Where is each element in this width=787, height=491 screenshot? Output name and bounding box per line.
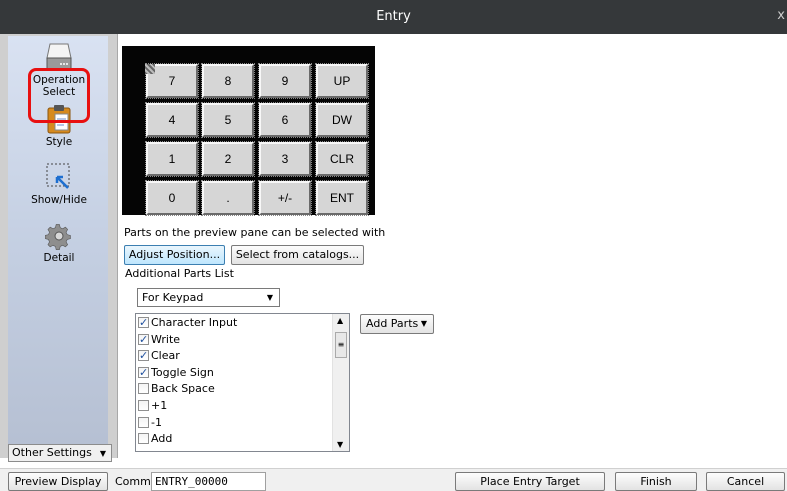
keypad-key[interactable]: 0 — [145, 180, 199, 216]
keypad-key-label: 5 — [224, 113, 232, 127]
parts-category-value: For Keypad — [142, 291, 204, 304]
sidebar-item-label: Show/Hide — [31, 194, 87, 206]
sidebar-item-label: Style — [45, 136, 73, 148]
checkbox[interactable] — [138, 399, 149, 411]
cancel-button[interactable]: Cancel — [706, 472, 785, 491]
keypad-preview[interactable]: 7 8 9 UP 4 5 6 DW 1 2 3 CLR 0. +/- ENT — [122, 46, 375, 216]
close-icon[interactable]: x — [777, 8, 785, 23]
add-parts-label: Add Parts — [366, 317, 419, 330]
keypad-key[interactable]: +/- — [258, 180, 312, 216]
scroll-down-icon[interactable]: ▼ — [337, 440, 343, 449]
list-item[interactable]: Write — [136, 332, 349, 348]
list-item-label: Add — [151, 432, 173, 446]
sidebar-item-detail[interactable]: Detail — [0, 222, 118, 264]
keypad-key-label: 1 — [168, 152, 176, 166]
keypad-key-label: 9 — [281, 74, 289, 88]
keypad-key-label: 8 — [224, 74, 232, 88]
parts-list[interactable]: Character Input Write Clear Toggle Sign Back… — [135, 313, 350, 452]
keypad-key[interactable]: 8 — [201, 63, 255, 99]
comm-label: Comm — [115, 475, 151, 488]
sidebar-item-label: Detail — [43, 252, 75, 264]
place-entry-target-button[interactable]: Place Entry Target — [455, 472, 605, 491]
keypad-key[interactable]: 9 — [258, 63, 312, 99]
checkbox[interactable] — [138, 416, 149, 428]
window-title: Entry — [376, 9, 411, 24]
keypad-key[interactable]: 5 — [201, 102, 255, 138]
list-item-label: -1 — [151, 415, 162, 429]
list-item[interactable]: Toggle Sign — [136, 365, 349, 381]
keypad-key-label: CLR — [329, 152, 354, 166]
list-item-label: Toggle Sign — [151, 365, 214, 379]
gear-icon — [45, 224, 71, 250]
select-from-catalogs-button[interactable]: Select from catalogs... — [231, 245, 364, 265]
title-bar: Entry x — [0, 0, 787, 34]
list-item[interactable]: Add — [136, 431, 349, 448]
parts-list-scrollbar[interactable]: ▲ ≡ ▼ — [332, 314, 349, 451]
finish-button[interactable]: Finish — [615, 472, 697, 491]
keypad-key-label: . — [226, 191, 230, 205]
info-text: Parts on the preview pane can be selecte… — [124, 226, 386, 239]
keypad-key[interactable]: 6 — [258, 102, 312, 138]
keypad-key-label: 3 — [281, 152, 289, 166]
additional-parts-label: Additional Parts List — [125, 267, 234, 280]
keypad-key-label: 6 — [281, 113, 289, 127]
keypad-key[interactable]: 3 — [258, 141, 312, 177]
parts-category-select[interactable]: For Keypad ▼ — [137, 288, 280, 307]
keypad-key-label: DW — [332, 113, 352, 127]
comm-input[interactable]: ENTRY_00000 — [151, 472, 266, 491]
keypad-key-label: 2 — [224, 152, 232, 166]
keypad-key-label: UP — [333, 74, 351, 88]
checkbox[interactable] — [138, 433, 149, 445]
keypad-key[interactable]: DW — [315, 102, 369, 138]
keypad-key-label: 0 — [168, 191, 176, 205]
keypad-key[interactable]: . — [201, 180, 255, 216]
list-item[interactable]: +1 — [136, 398, 349, 415]
scroll-up-icon[interactable]: ▲ — [337, 316, 343, 325]
list-item[interactable]: Back Space — [136, 381, 349, 398]
adjust-position-button[interactable]: Adjust Position... — [124, 245, 225, 265]
keypad-key-label: 7 — [168, 74, 176, 88]
chevron-down-icon: ▼ — [420, 319, 427, 328]
list-item[interactable]: -1 — [136, 415, 349, 432]
selection-handle-icon[interactable] — [145, 64, 155, 74]
cursor-select-icon — [46, 163, 70, 189]
list-item-label: Clear — [151, 349, 180, 363]
keypad-key[interactable]: CLR — [315, 141, 369, 177]
chevron-down-icon: ▼ — [99, 449, 106, 458]
checkbox[interactable] — [138, 332, 149, 348]
list-item[interactable]: Clear — [136, 348, 349, 365]
checkbox[interactable] — [138, 315, 149, 332]
sidebar-item-show-hide[interactable]: Show/Hide — [0, 162, 118, 206]
add-parts-button[interactable]: Add Parts ▼ — [360, 314, 434, 334]
checkbox[interactable] — [138, 383, 149, 395]
other-settings-dropdown[interactable]: Other Settings ▼ — [8, 444, 112, 462]
keypad-key[interactable]: UP — [315, 63, 369, 99]
keypad-key[interactable]: 4 — [145, 102, 199, 138]
scroll-thumb[interactable]: ≡ — [335, 332, 347, 358]
keypad-key[interactable]: ENT — [315, 180, 369, 216]
preview-display-button[interactable]: Preview Display — [8, 472, 108, 491]
chevron-down-icon: ▼ — [266, 293, 273, 302]
keypad-key[interactable]: 2 — [201, 141, 255, 177]
list-item-label: Write — [151, 332, 181, 346]
checkbox[interactable] — [138, 348, 149, 365]
keypad-key-label: +/- — [277, 191, 293, 205]
keypad-key-label: 4 — [168, 113, 176, 127]
other-settings-label: Other Settings — [12, 446, 92, 459]
list-item[interactable]: Character Input — [136, 315, 349, 332]
list-item-label: +1 — [151, 398, 168, 412]
list-item-label: Character Input — [151, 316, 238, 329]
keypad-key[interactable]: 1 — [145, 141, 199, 177]
checkbox[interactable] — [138, 365, 149, 381]
style-highlight-box — [28, 68, 90, 123]
keypad-key-label: ENT — [330, 191, 354, 205]
list-item-label: Back Space — [151, 382, 215, 396]
